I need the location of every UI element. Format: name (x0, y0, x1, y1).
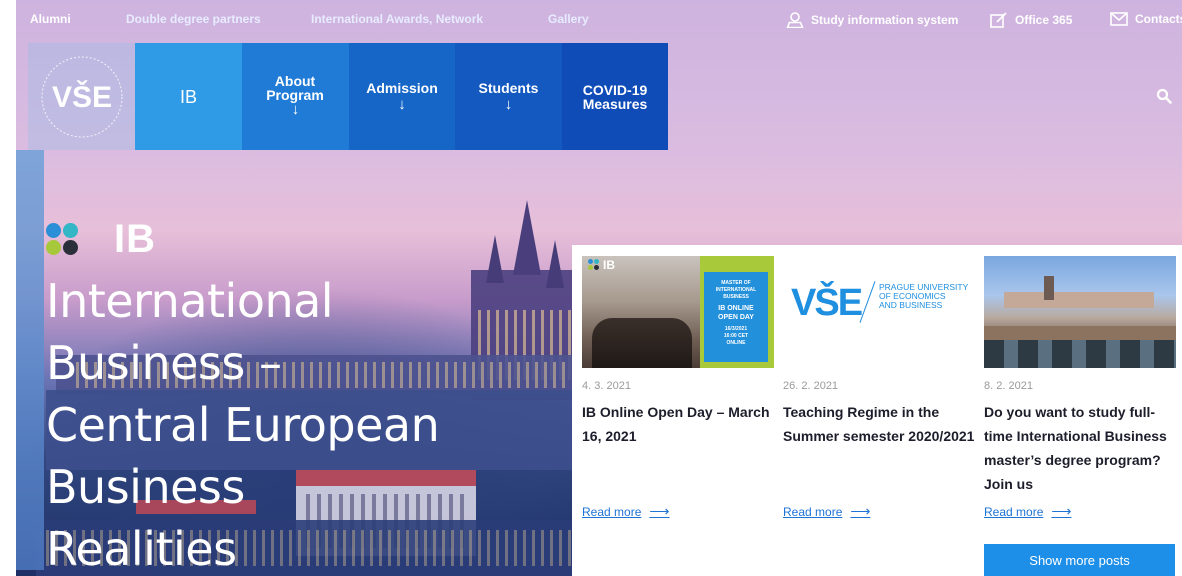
ib-dots-icon (46, 218, 82, 258)
news-thumbnail[interactable]: VŠE PRAGUE UNIVERSITY OF ECONOMICS AND B… (783, 256, 975, 368)
vse-logo-emblem: VŠE (41, 56, 122, 137)
topbar-link-label: Office 365 (1015, 13, 1073, 27)
hero-title-line: Business (46, 460, 245, 514)
arrow-down-icon: ↓ (504, 96, 513, 113)
arrow-down-icon: ↓ (398, 96, 406, 113)
vse-logo[interactable]: VŠE (28, 43, 135, 150)
topbar-link-contacts[interactable]: Contacts (1110, 12, 1182, 26)
news-title-link[interactable]: Do you want to study full-time Internati… (984, 400, 1179, 496)
read-more-link[interactable]: Read more ⟶ (582, 503, 669, 520)
news-date: 26. 2. 2021 (783, 380, 839, 392)
news-title-link[interactable]: Teaching Regime in the Summer semester 2… (783, 400, 978, 448)
news-title-link[interactable]: IB Online Open Day – March 16, 2021 (582, 400, 777, 448)
thumb-bridge-arches (984, 340, 1176, 368)
top-utility-bar: Alumni Double degree partners Internatio… (16, 0, 1182, 40)
thumb-bridge (984, 326, 1176, 340)
ib-program-badge: IB (46, 217, 155, 261)
user-icon (786, 12, 804, 28)
hero-title-line: Central European (46, 398, 440, 452)
thumb-spire (1044, 276, 1054, 300)
hero-title-line: Business – (46, 336, 282, 390)
hero-title: International Business – Central Europea… (46, 270, 566, 576)
read-more-link[interactable]: Read more ⟶ (984, 503, 1071, 520)
page-left-edge (0, 0, 16, 576)
nav-item-about-program[interactable]: About Program ↓ (242, 43, 349, 150)
topbar-link-office-365[interactable]: Office 365 (990, 12, 1072, 28)
thumb-logo-text: PRAGUE UNIVERSITY OF ECONOMICS AND BUSIN… (879, 282, 969, 310)
topbar-link-double-degree[interactable]: Double degree partners (126, 12, 261, 26)
nav-item-label: Students (478, 80, 539, 96)
topbar-link-label: Study information system (811, 13, 959, 27)
arrow-right-icon: ⟶ (850, 503, 871, 519)
edit-icon (990, 12, 1008, 28)
nav-item-students[interactable]: Students ↓ (455, 43, 562, 150)
nav-item-covid-19-measures[interactable]: COVID-19 Measures (562, 43, 668, 150)
arrow-right-icon: ⟶ (1051, 503, 1072, 519)
nav-item-label: Admission (366, 80, 438, 96)
hero-title-line: International (46, 274, 334, 328)
read-more-label: Read more (783, 504, 843, 519)
thumb-people-photo (592, 318, 692, 368)
topbar-link-label: Contacts (1135, 12, 1182, 26)
nav-item-ib[interactable]: IB (135, 43, 242, 150)
mail-icon (1110, 12, 1128, 26)
topbar-link-alumni[interactable]: Alumni (30, 12, 71, 26)
show-more-posts-button[interactable]: Show more posts (984, 544, 1175, 576)
hero-title-line: Realities (46, 522, 237, 576)
topbar-link-study-information-system[interactable]: Study information system (786, 12, 958, 28)
thumb-vse-logo: VŠE (791, 282, 863, 324)
nav-item-admission[interactable]: Admission ↓ (349, 43, 455, 150)
thumb-open-day-card: MASTER OF INTERNATIONAL BUSINESS IB ONLI… (704, 272, 768, 362)
read-more-label: Read more (984, 504, 1044, 519)
nav-item-label: About Program (266, 73, 324, 103)
main-navigation: IB About Program ↓ Admission ↓ Students … (135, 43, 668, 150)
nav-item-label: COVID-19 Measures (582, 82, 648, 112)
news-date: 8. 2. 2021 (984, 380, 1033, 392)
thumb-castle (1004, 292, 1154, 308)
read-more-link[interactable]: Read more ⟶ (783, 503, 870, 520)
topbar-link-gallery[interactable]: Gallery (548, 12, 589, 26)
ib-dots-icon (588, 259, 600, 271)
topbar-link-awards-network[interactable]: International Awards, Network (311, 12, 483, 26)
svg-text:VŠE: VŠE (51, 80, 111, 114)
read-more-label: Read more (582, 504, 642, 519)
arrow-right-icon: ⟶ (649, 503, 670, 519)
news-thumbnail[interactable]: IB MASTER OF INTERNATIONAL BUSINESS IB O… (582, 256, 774, 368)
search-icon[interactable] (1156, 88, 1172, 109)
thumb-logo-divider (859, 281, 876, 323)
river-strip (16, 150, 44, 570)
ib-badge-text: IB (114, 217, 156, 261)
news-panel: IB MASTER OF INTERNATIONAL BUSINESS IB O… (572, 245, 1182, 576)
arrow-down-icon: ↓ (291, 101, 300, 118)
thumb-ib-badge: IB (588, 258, 615, 272)
news-thumbnail[interactable] (984, 256, 1176, 368)
news-date: 4. 3. 2021 (582, 380, 631, 392)
nav-item-label: IB (179, 87, 197, 107)
